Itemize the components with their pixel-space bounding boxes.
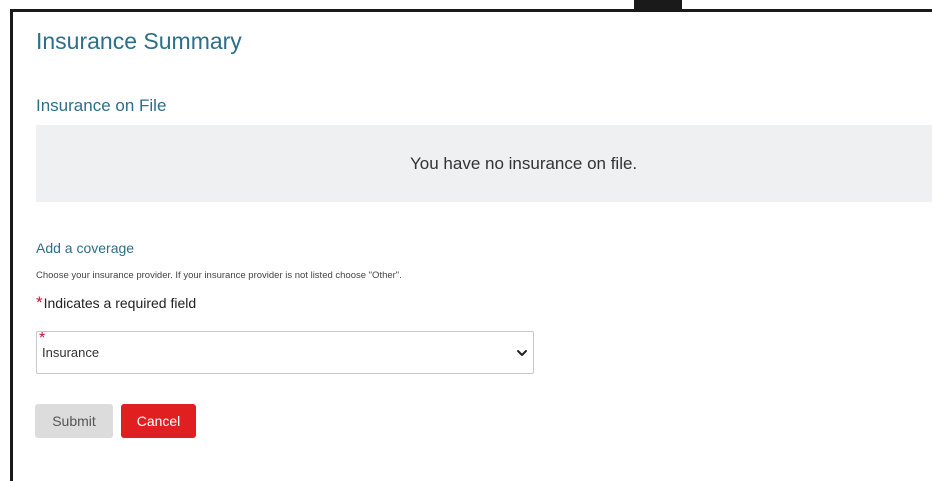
submit-button[interactable]: Submit: [35, 404, 113, 438]
insurance-select[interactable]: * Insurance: [36, 331, 534, 374]
required-asterisk: *: [36, 293, 43, 312]
add-coverage-link[interactable]: Add a coverage: [36, 239, 134, 257]
insurance-provider-hint: Choose your insurance provider. If your …: [36, 270, 402, 281]
required-field-note: *Indicates a required field: [36, 292, 196, 314]
empty-insurance-message: You have no insurance on file.: [410, 154, 638, 173]
frame-left-border: [10, 9, 13, 481]
insurance-on-file-heading: Insurance on File: [36, 96, 167, 115]
page-title: Insurance Summary: [36, 28, 242, 54]
frame-top-border: [10, 9, 932, 12]
cancel-button[interactable]: Cancel: [121, 404, 196, 438]
insurance-select-value: Insurance: [42, 345, 100, 360]
chevron-down-icon: [517, 350, 527, 356]
required-field-text: Indicates a required field: [43, 295, 197, 311]
insurance-empty-panel: You have no insurance on file.: [36, 125, 932, 202]
